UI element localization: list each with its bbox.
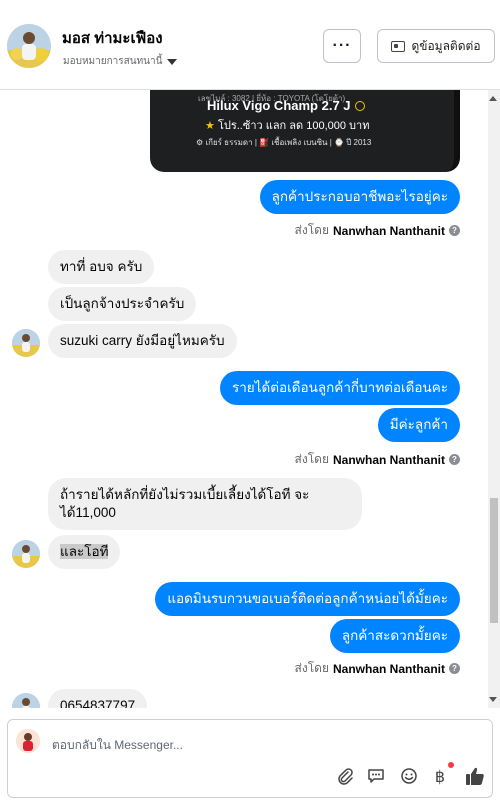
message-bubble-outgoing[interactable]: รายได้ต่อเดือนลูกค้ากี่บาทต่อเดือนคะ — [219, 371, 460, 405]
sent-by-label: ส่งโดย Nanwhan Nanthanit? — [295, 221, 460, 240]
contact-card-icon — [391, 40, 406, 52]
car-specs: ⚙ เกียร์ ธรรมดา | ⛽ เชื้อเพลิง เบนซิน | … — [196, 138, 372, 147]
view-contact-info-label: ดูข้อมูลติดต่อ — [411, 38, 481, 53]
message-bubble-incoming[interactable]: 0654837797 — [48, 689, 148, 708]
assign-label: มอบหมายการสนทนานี้ — [63, 56, 163, 67]
car-promo: ★ โปร..ซ้าว แลก ลด 100,000 บาท — [205, 120, 370, 132]
emoji-icon[interactable] — [397, 764, 421, 788]
info-icon[interactable]: ? — [449, 225, 460, 236]
message-bubble-outgoing[interactable]: ลูกค้าประกอบอาชีพอะไรอยู่คะ — [259, 180, 460, 214]
contact-name: มอส ท่ามะเฟือง — [62, 30, 163, 47]
message-bubble-outgoing[interactable]: มีค่ะลูกค้า — [377, 408, 460, 442]
reply-input[interactable]: ตอบกลับใน Messenger... — [52, 736, 183, 755]
contact-avatar-small[interactable] — [12, 693, 40, 708]
chat-bubble-icon[interactable] — [364, 764, 388, 788]
message-bubble-incoming[interactable]: เป็นลูกจ้างประจำครับ — [48, 287, 197, 321]
info-icon[interactable]: ? — [449, 454, 460, 465]
star-icon: ★ — [205, 120, 215, 132]
message-bubble-outgoing[interactable]: ลูกค้าสะดวกมั้ยคะ — [329, 619, 460, 653]
message-thread[interactable]: เลขไมล์ : 3082 | ยี่ห้อ : TOYOTA (โตโยต้… — [0, 90, 500, 708]
scroll-up-arrow-icon[interactable] — [489, 96, 497, 101]
assign-conversation-dropdown[interactable]: มอบหมายการสนทนานี้ — [63, 54, 178, 69]
message-bubble-outgoing[interactable]: แอดมินรบกวนขอเบอร์ติดต่อลูกค้าหน่อยได้มั… — [155, 582, 460, 616]
sent-by-label: ส่งโดย Nanwhan Nanthanit? — [295, 450, 460, 469]
scroll-down-arrow-icon[interactable] — [489, 697, 497, 702]
info-icon[interactable]: ? — [449, 663, 460, 674]
sent-by-label: ส่งโดย Nanwhan Nanthanit? — [295, 659, 460, 678]
baht-icon[interactable]: ฿ — [428, 764, 452, 788]
car-model: Hilux Vigo Champ 2.7 J — [207, 98, 365, 113]
message-bubble-incoming[interactable]: และโอที — [48, 535, 121, 569]
notification-dot — [448, 762, 454, 768]
message-bubble-incoming[interactable]: ถ้ารายได้หลักที่ยังไม่รวมเบี้ยเลี้ยงได้โ… — [48, 478, 362, 530]
page-avatar — [16, 729, 40, 753]
thumbs-up-icon[interactable] — [463, 764, 487, 788]
reply-composer[interactable]: ตอบกลับใน Messenger... ฿ — [7, 719, 493, 798]
shared-car-image[interactable]: เลขไมล์ : 3082 | ยี่ห้อ : TOYOTA (โตโยต้… — [150, 90, 460, 172]
messenger-conversation-panel: มอส ท่ามะเฟือง มอบหมายการสนทนานี้ ··· ดู… — [0, 0, 500, 805]
contact-avatar[interactable] — [7, 24, 51, 68]
verified-badge-icon — [354, 101, 365, 111]
message-bubble-incoming[interactable]: ทาที่ อบจ ครับ — [48, 250, 155, 284]
contact-avatar-small[interactable] — [12, 329, 40, 357]
attachment-icon[interactable] — [333, 764, 357, 788]
contact-avatar-small[interactable] — [12, 540, 40, 568]
caret-down-icon — [167, 59, 178, 65]
conversation-header: มอส ท่ามะเฟือง มอบหมายการสนทนานี้ ··· ดู… — [0, 0, 500, 90]
more-options-button[interactable]: ··· — [323, 29, 361, 63]
view-contact-info-button[interactable]: ดูข้อมูลติดต่อ — [377, 29, 495, 63]
message-bubble-incoming[interactable]: suzuki carry ยังมีอยู่ไหมครับ — [48, 324, 237, 358]
scrollbar-thumb[interactable] — [490, 498, 498, 623]
